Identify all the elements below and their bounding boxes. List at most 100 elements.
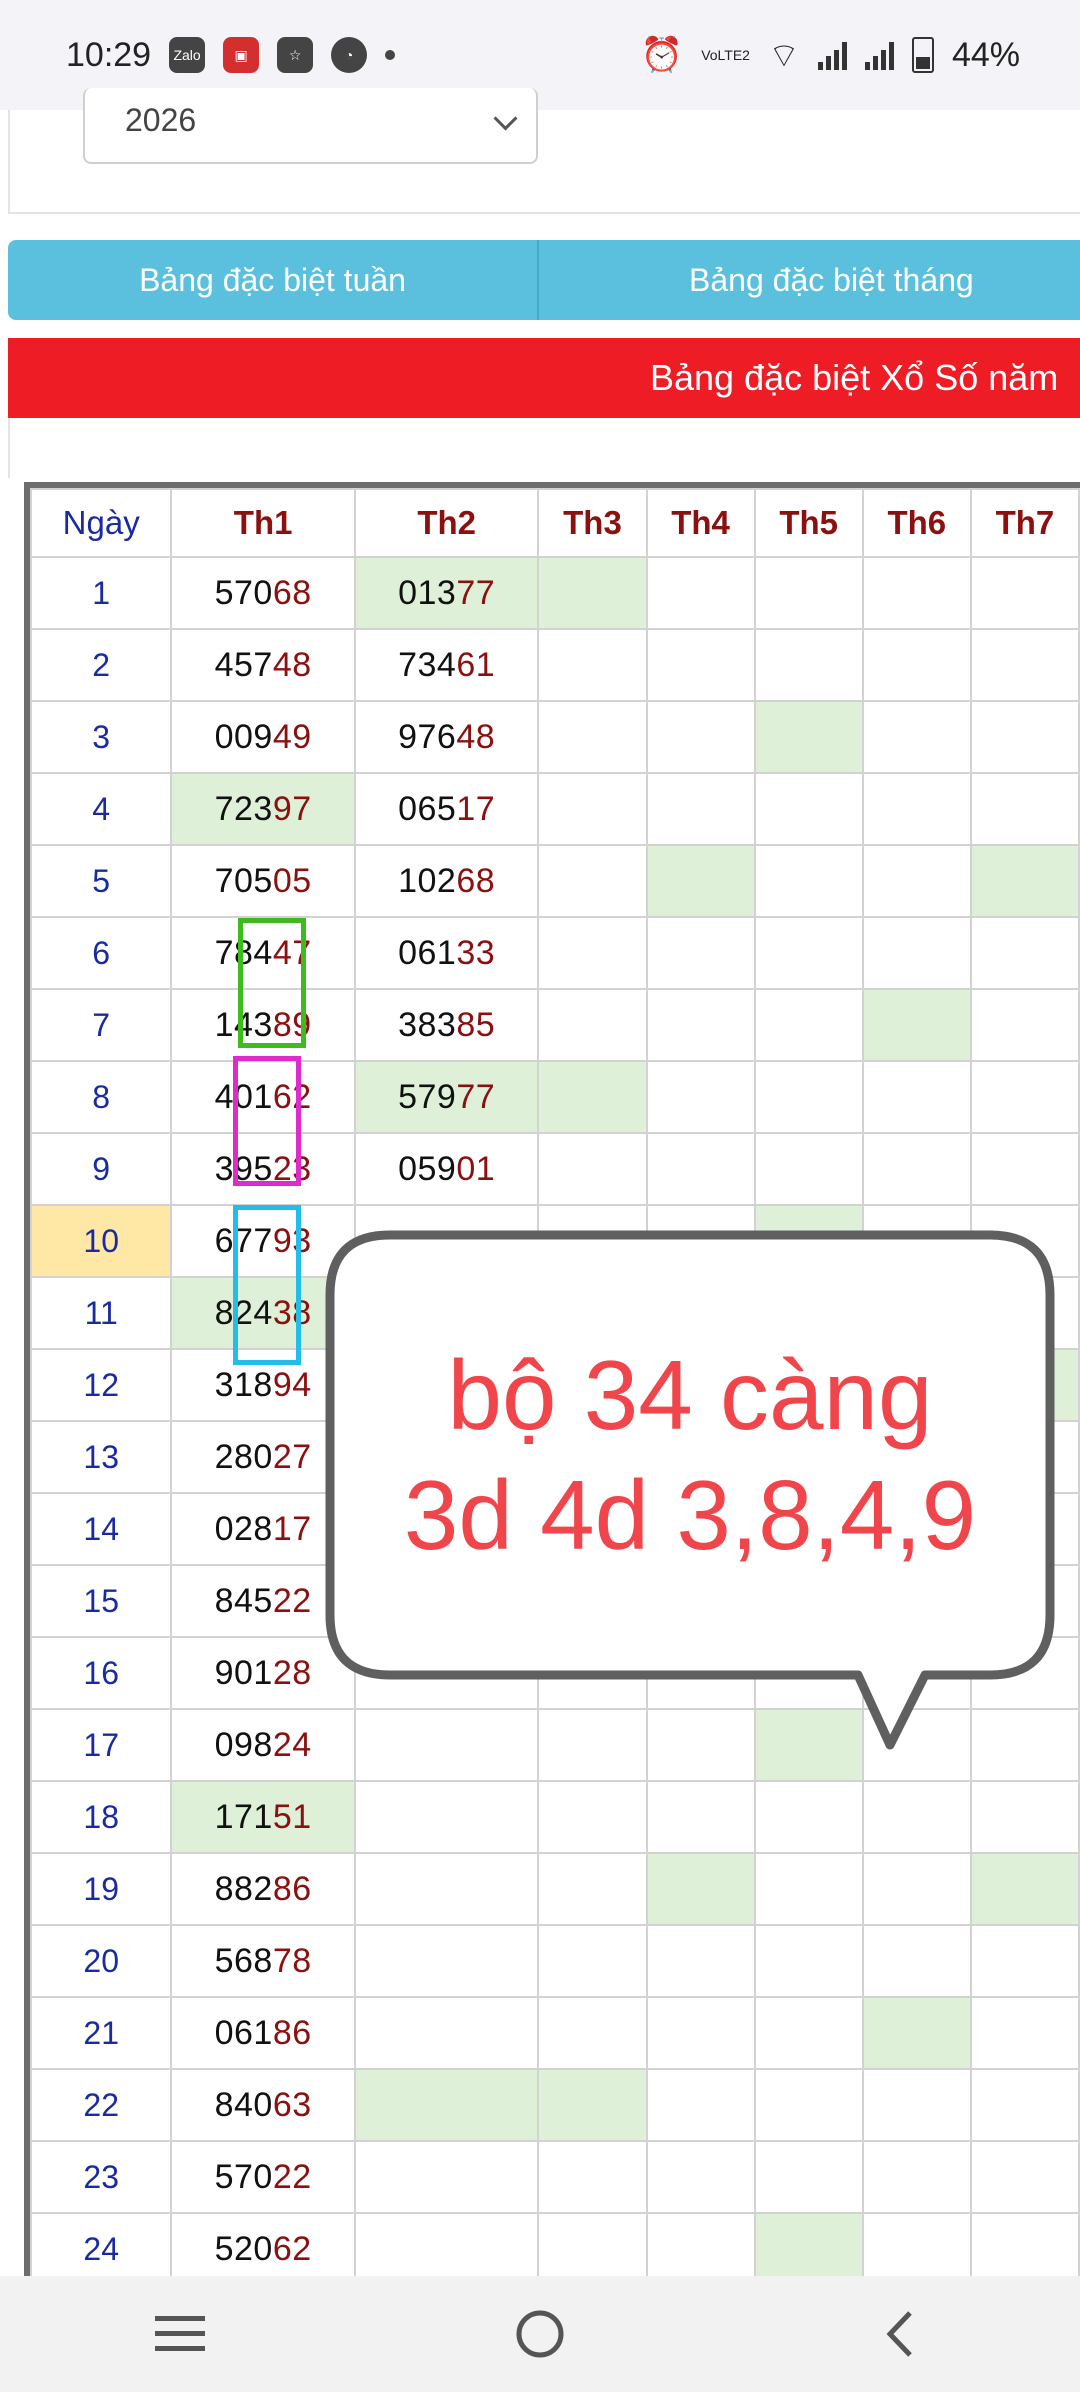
number-tail-digits: 22 [272,2157,312,2196]
table-row: 8 40162 57977 [30,1060,1080,1134]
star-badge-icon: ☆ [277,37,314,73]
number-prefix: 723 [214,789,273,828]
result-cell-empty [861,2212,972,2276]
home-icon[interactable] [500,2294,580,2374]
result-cell-empty [861,1924,972,1998]
notification-dot-icon [385,50,396,60]
number-prefix: 570 [214,573,273,612]
result-cell-empty [969,916,1080,990]
number-prefix: 579 [398,1077,457,1116]
number-prefix: 976 [398,717,457,756]
year-select-value: 2026 [125,102,197,138]
result-cell-empty [969,2068,1080,2142]
result-cell-th1: 72397 [170,772,356,846]
result-cell-empty [537,2068,648,2142]
result-cell-empty [969,2140,1080,2214]
result-cell-th2: 38385 [353,988,540,1062]
number-tail-digits: 17 [272,1509,312,1548]
number-tail-digits: 24 [272,1725,312,1764]
number-prefix: 845 [214,1581,273,1620]
day-cell: 21 [30,1996,173,2070]
result-cell-empty [753,628,864,702]
result-cell-empty [861,1780,972,1854]
chevron-down-icon [493,106,518,131]
day-cell: 8 [30,1060,173,1134]
number-prefix: 705 [214,861,273,900]
result-cell-empty [537,1132,648,1206]
number-tail-digits: 68 [272,573,312,612]
column-header-day: Ngày [30,488,173,558]
result-cell-empty [753,1852,864,1926]
number-tail-digits: 77 [456,1077,496,1116]
column-header-th7: Th7 [969,488,1080,558]
magenta-highlight-box [233,1056,301,1186]
result-cell-empty [753,844,864,918]
result-cell-empty [753,988,864,1062]
result-cell-empty [645,1852,756,1926]
result-cell-th1: 52062 [170,2212,356,2276]
result-cell-empty [753,1132,864,1206]
number-tail-digits: 49 [272,717,312,756]
result-cell-empty [861,916,972,990]
zalo-icon: Zalo [169,37,206,73]
wifi-icon: ⌔ [767,36,800,75]
tab-weekly-special[interactable]: Bảng đặc biệt tuần [8,240,540,320]
result-cell-empty [537,988,648,1062]
number-prefix: 280 [214,1437,273,1476]
day-cell: 18 [30,1780,173,1854]
banner-title: Bảng đặc biệt Xổ Số năm [8,338,1080,418]
number-tail-digits: 86 [272,2013,312,2052]
number-prefix: 098 [214,1725,273,1764]
table-row: 19 88286 [30,1852,1080,1926]
result-cell-empty [645,628,756,702]
table-row: 18 17151 [30,1780,1080,1854]
cyan-highlight-box [233,1205,301,1365]
day-cell: 22 [30,2068,173,2142]
result-cell-th2: 73461 [353,628,540,702]
number-tail-digits: 86 [272,1869,312,1908]
number-prefix: 383 [398,1005,457,1044]
green-highlight-box [238,918,306,1048]
number-prefix: 882 [214,1869,273,1908]
table-row: 6 78447 06133 [30,916,1080,990]
result-cell-th2 [353,2068,540,2142]
result-cell-empty [645,700,756,774]
result-cell-empty [969,844,1080,918]
table-row: 5 70505 10268 [30,844,1080,918]
clock: 10:29 [66,35,152,74]
result-cell-th1: 45748 [170,628,356,702]
result-cell-empty [537,700,648,774]
number-prefix: 065 [398,789,457,828]
result-cell-empty [645,2212,756,2276]
number-tail-digits: 78 [272,1941,312,1980]
result-cell-empty [753,2212,864,2276]
menu-icon[interactable] [140,2294,220,2374]
column-header-th6: Th6 [861,488,972,558]
column-header-th1: Th1 [170,488,356,558]
day-cell: 2 [30,628,173,702]
result-cell-empty [753,1060,864,1134]
back-icon[interactable] [860,2294,940,2374]
result-cell-empty [969,2212,1080,2276]
year-select[interactable]: 2026 [83,88,538,164]
result-cell-empty [753,1996,864,2070]
tab-monthly-special[interactable]: Bảng đặc biệt tháng [539,240,1080,320]
day-cell: 20 [30,1924,173,1998]
result-cell-empty [645,1060,756,1134]
result-cell-th1: 57022 [170,2140,356,2214]
day-cell: 1 [30,556,173,630]
number-tail-digits: 68 [456,861,496,900]
day-cell: 10 [30,1204,173,1278]
number-tail-digits: 62 [272,2229,312,2268]
result-cell-empty [861,1852,972,1926]
result-cell-empty [861,628,972,702]
result-cell-th1: 56878 [170,1924,356,1998]
number-prefix: 102 [398,861,457,900]
result-cell-th2 [353,2140,540,2214]
signal-icon [864,40,894,70]
number-tail-digits: 01 [456,1149,496,1188]
result-cell-th1: 84063 [170,2068,356,2142]
result-cell-empty [969,772,1080,846]
table-row: 3 00949 97648 [30,700,1080,774]
table-tabs: Bảng đặc biệt tuần Bảng đặc biệt tháng [8,240,1080,320]
